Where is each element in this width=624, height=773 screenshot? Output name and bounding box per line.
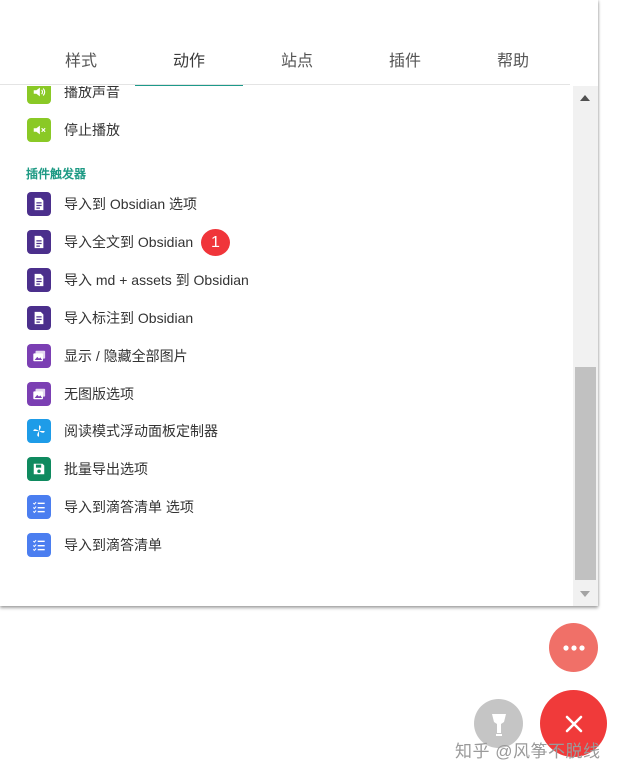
action-item-label: 阅读模式浮动面板定制器	[64, 423, 218, 440]
more-options-button[interactable]	[549, 623, 598, 672]
tab-2[interactable]: 动作	[135, 40, 243, 86]
action-item[interactable]: 导入标注到 Obsidian	[27, 305, 547, 330]
scroll-up-arrow[interactable]	[580, 95, 590, 101]
document-icon	[27, 192, 51, 216]
save-icon	[27, 457, 51, 482]
action-list[interactable]: 播放声音 停止播放 插件触发器 导入到 Obsidian 选项 导入全文到 Obsidi…	[0, 86, 572, 606]
document-icon	[27, 305, 51, 330]
lamp-icon	[491, 713, 506, 736]
watermark: 知乎 @风筝不脱线	[455, 742, 601, 761]
document-icon	[27, 267, 51, 292]
action-item-label: 导入 md + assets 到 Obsidian	[64, 271, 249, 288]
action-item[interactable]: 导入到滴答清单	[27, 533, 547, 558]
action-panel: 样式 动作 站点 插件 帮助 播放声音 停止播放 插件触发器 导入到 Obsidian 选项导…	[0, 0, 598, 606]
checklist-icon	[27, 533, 51, 558]
action-item[interactable]: 导入全文到 Obsidian 1	[27, 228, 547, 256]
action-item-label: 导入全文到 Obsidian	[64, 233, 194, 250]
action-item[interactable]: 导入到 Obsidian 选项	[27, 192, 547, 216]
action-item-label: 导入到滴答清单	[64, 537, 162, 554]
images-icon	[27, 381, 51, 406]
volume-mute-icon	[27, 118, 51, 142]
volume-up-icon	[27, 86, 51, 104]
action-item[interactable]: 播放声音	[27, 86, 547, 104]
tab-3[interactable]: 站点	[243, 40, 351, 86]
action-item-label: 批量导出选项	[64, 461, 148, 478]
tab-4[interactable]: 插件	[351, 40, 459, 86]
checklist-icon	[27, 495, 51, 520]
action-item[interactable]: 无图版选项	[27, 381, 547, 406]
action-item[interactable]: 阅读模式浮动面板定制器	[27, 419, 547, 444]
action-item-label: 显示 / 隐藏全部图片	[64, 347, 188, 364]
section-heading-plugin-triggers: 插件触发器	[26, 167, 87, 181]
tab-1[interactable]: 样式	[27, 40, 135, 86]
action-item-label: 播放声音	[64, 86, 120, 100]
images-icon	[27, 343, 51, 368]
close-icon	[565, 715, 582, 732]
action-item-label: 停止播放	[64, 122, 120, 138]
tab-bar: 样式 动作 站点 插件 帮助	[27, 40, 569, 86]
action-item[interactable]: 导入到滴答清单 选项	[27, 495, 547, 520]
scrollbar-thumb[interactable]	[575, 367, 596, 580]
action-item-label: 导入到滴答清单 选项	[64, 499, 194, 516]
scrollbar[interactable]	[573, 86, 598, 606]
action-item[interactable]: 批量导出选项	[27, 457, 547, 482]
tab-divider	[0, 84, 570, 85]
document-icon	[27, 229, 51, 254]
action-item-label: 无图版选项	[64, 385, 134, 402]
more-dots-icon	[562, 644, 585, 651]
action-item-label: 导入到 Obsidian 选项	[64, 196, 198, 212]
pinwheel-icon	[27, 419, 51, 444]
action-item[interactable]: 导入 md + assets 到 Obsidian	[27, 267, 547, 292]
action-item[interactable]: 停止播放	[27, 118, 547, 142]
action-item[interactable]: 显示 / 隐藏全部图片	[27, 343, 547, 368]
step-badge: 1	[201, 228, 230, 256]
tab-5[interactable]: 帮助	[459, 40, 567, 86]
action-item-label: 导入标注到 Obsidian	[64, 309, 194, 326]
scroll-down-arrow[interactable]	[580, 591, 590, 597]
